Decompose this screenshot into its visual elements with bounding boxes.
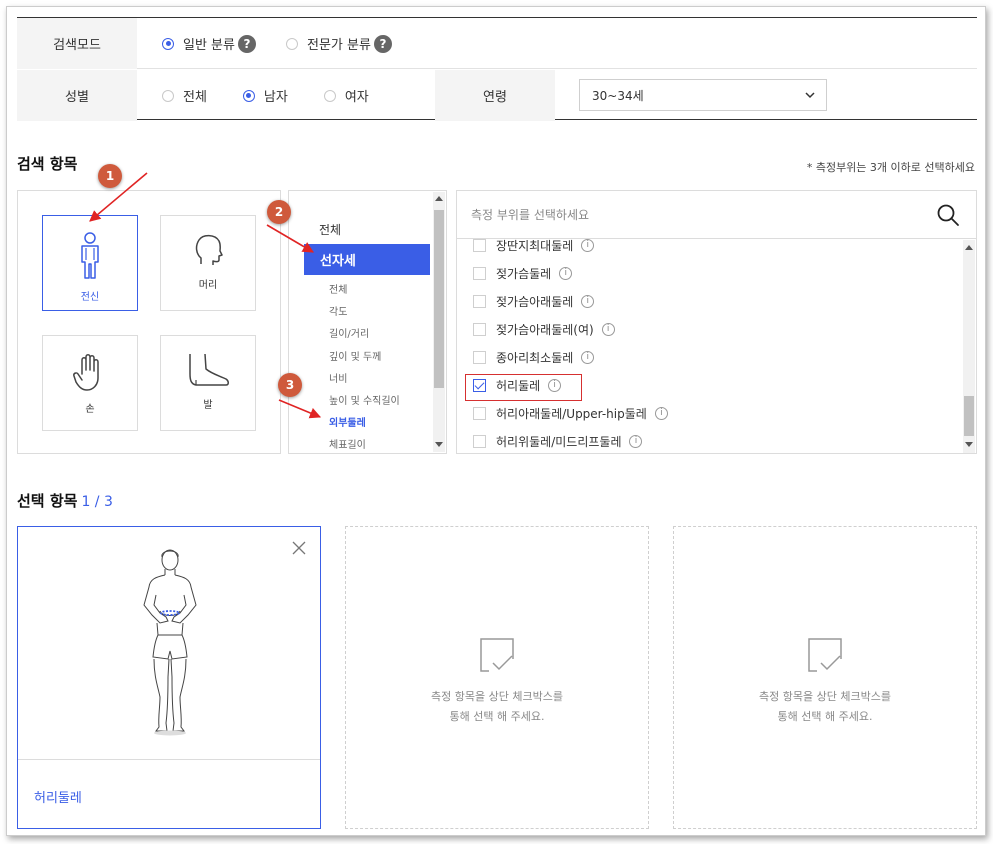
app-window: 검색모드 일반 분류 ? 전문가 분류 ? 성별 전체 남자 여자 연령 30~…	[6, 6, 986, 836]
check-box-icon	[808, 638, 842, 672]
check-box-icon	[480, 638, 514, 672]
empty-slot-hint-line: 통해 선택 해 주세요.	[777, 710, 873, 723]
empty-slot-card: 측정 항목을 상단 체크박스를 통해 선택 해 주세요.	[345, 526, 649, 829]
annotation-arrow	[278, 399, 322, 419]
empty-slot-hint-line: 측정 항목을 상단 체크박스를	[431, 690, 563, 703]
selected-item-card: 허리둘레	[17, 526, 321, 829]
empty-slot-hint: 측정 항목을 상단 체크박스를 통해 선택 해 주세요.	[346, 687, 648, 727]
body-figure-illustration	[143, 549, 197, 736]
selected-items-title: 선택 항목 1 / 3	[17, 490, 113, 511]
empty-slot-hint-line: 측정 항목을 상단 체크박스를	[759, 690, 891, 703]
close-icon[interactable]	[292, 541, 306, 555]
empty-slot-hint-line: 통해 선택 해 주세요.	[449, 710, 545, 723]
annotation-arrow	[266, 224, 314, 253]
annotation-badge-1: 1	[98, 164, 122, 188]
selected-items-label: 선택 항목	[17, 492, 78, 510]
card-divider	[18, 759, 320, 760]
selected-count: 1 / 3	[81, 494, 113, 510]
empty-slot-hint: 측정 항목을 상단 체크박스를 통해 선택 해 주세요.	[674, 687, 976, 727]
empty-slot-card: 측정 항목을 상단 체크박스를 통해 선택 해 주세요.	[673, 526, 977, 829]
annotation-badge-3: 3	[278, 373, 302, 397]
annotation-badge-2: 2	[267, 200, 291, 224]
selected-item-label: 허리둘레	[34, 791, 82, 806]
